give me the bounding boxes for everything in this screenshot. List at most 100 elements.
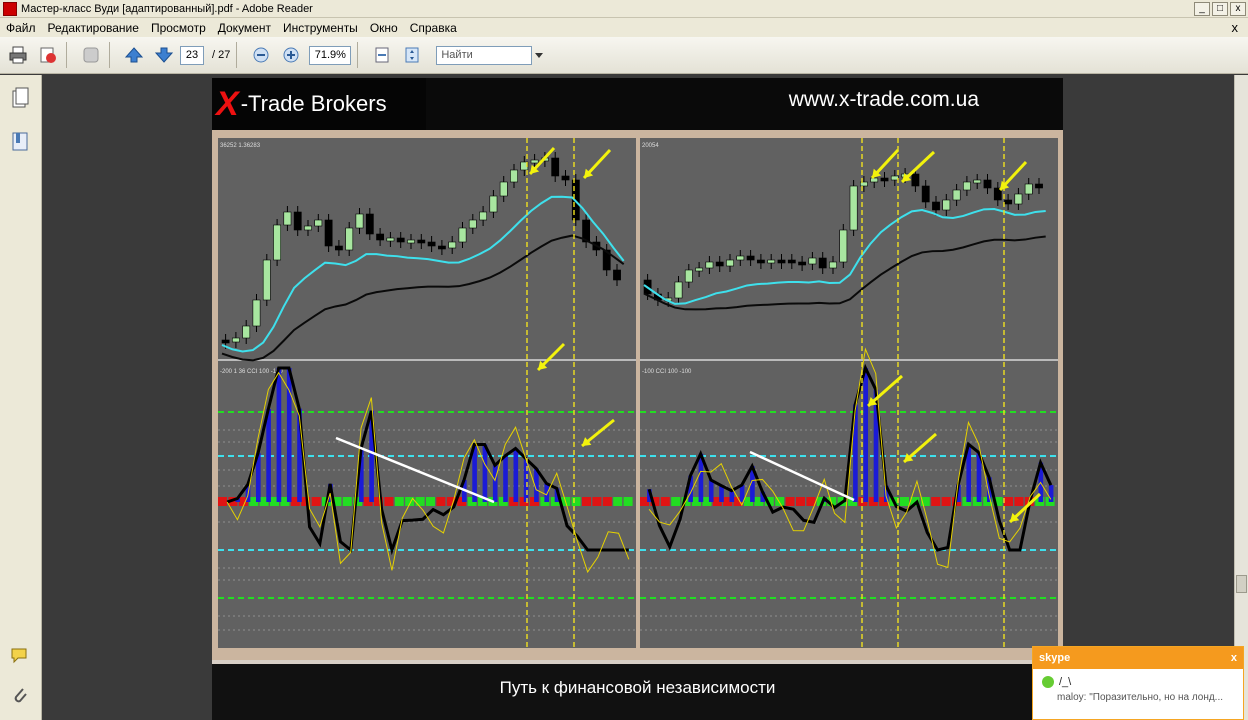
candle-body [293,211,302,231]
cci-zero-marker [394,497,404,506]
candle-body [355,213,364,229]
candle-body [736,255,745,261]
attachment-icon[interactable] [10,685,30,707]
menu-tools[interactable]: Инструменты [277,21,364,35]
print-button[interactable] [6,43,30,67]
scrolling-mode-button[interactable] [370,43,394,67]
cci-histogram-bar [276,368,282,502]
candle-body [376,233,385,241]
page-number-input[interactable]: 23 [180,45,204,65]
skype-notification[interactable]: skype x /_\ maloy: "Поразительно, но на … [1032,646,1244,720]
candle-body [921,185,930,203]
cci-zero-marker [311,497,321,506]
candle-body [726,259,734,267]
skype-header: skype x [1033,647,1243,669]
skype-close-button[interactable]: x [1231,652,1237,664]
candle-body [324,219,333,247]
candle-body [849,185,858,231]
document-close-button[interactable]: x [1232,20,1239,35]
cci-zero-marker [218,497,227,506]
search-dropdown-button[interactable] [534,43,544,67]
cci-zero-marker [660,497,670,506]
candle-body [880,177,889,182]
window-title: Мастер-класс Вуди [адаптированный].pdf -… [21,2,313,15]
zoom-in-button[interactable] [279,43,303,67]
menu-edit[interactable]: Редактирование [42,21,145,35]
candle-body [1035,183,1043,189]
fit-page-button[interactable] [400,43,424,67]
candle-body [983,179,992,189]
page-footer: Путь к финансовой независимости [212,664,1063,720]
candle-body [952,189,961,201]
candle-body [510,169,518,183]
close-button[interactable]: x [1230,1,1246,16]
right-chart-area [640,138,1058,648]
cci-zero-marker [613,497,623,506]
fit-page-icon [405,47,419,63]
cci-zero-marker [900,497,909,506]
collaborate-icon [83,47,99,63]
vertical-scrollbar[interactable] [1234,75,1248,720]
cci-zero-marker [342,497,352,506]
bookmarks-icon[interactable] [10,130,30,152]
skype-username: /_\ [1059,676,1072,688]
candle-body [458,227,467,243]
email-button[interactable] [36,43,60,67]
candle-body [756,259,765,264]
candle-body [252,299,261,327]
candle-body [942,199,951,211]
skype-message: maloy: "Поразительно, но на лонд... [1057,692,1224,703]
toolbar-separator [109,42,110,68]
footer-slogan: Путь к финансовой независимости [499,678,776,697]
right-cci-label: -100 CCI 100 -100 [642,369,692,375]
cci-zero-marker [415,497,425,506]
menu-document[interactable]: Документ [212,21,277,35]
title-bar: Мастер-класс Вуди [адаптированный].pdf -… [0,0,1248,18]
candle-body [613,269,621,281]
chart-frame: 36252 1.36283 20054 -200 1 36 CCI 100 -1… [212,130,1063,660]
menu-window[interactable]: Окно [364,21,404,35]
xtrade-logo: X -Trade Brokers [212,78,426,130]
menu-view[interactable]: Просмотр [145,21,212,35]
menu-file[interactable]: Файл [0,21,42,35]
candle-body [684,269,693,283]
cci-zero-marker [785,497,795,506]
minimize-button[interactable]: _ [1194,1,1210,16]
cci-zero-marker [671,497,681,506]
toolbar: 23 / 27 71.9% Найти [0,37,1248,74]
candle-body [386,237,395,242]
next-page-button[interactable] [152,43,176,67]
zoom-out-button[interactable] [249,43,273,67]
candle-body [365,213,374,235]
logo-text: -Trade Brokers [240,91,387,116]
arrow-up-icon [124,47,144,63]
zoom-level-input[interactable]: 71.9% [309,45,352,65]
cci-zero-marker [941,497,951,506]
candle-body [561,175,570,181]
cci-histogram-bar [1048,485,1054,502]
cci-zero-marker [1014,497,1024,506]
candle-body [468,219,477,229]
zoom-in-icon [283,47,299,63]
right-price-label: 20054 [642,143,659,149]
skype-user: /_\ [1033,669,1243,689]
pages-icon[interactable] [10,87,30,109]
comments-icon[interactable] [10,645,30,667]
search-input[interactable]: Найти [436,45,533,65]
left-price-label: 36252 1.36283 [220,143,261,149]
candle-body [479,211,488,221]
scrollbar-thumb[interactable] [1236,575,1247,593]
menu-help[interactable]: Справка [404,21,463,35]
cci-zero-marker [592,497,602,506]
candle-body [407,239,415,244]
candle-body [777,259,786,264]
maximize-button[interactable]: □ [1212,1,1228,16]
cci-histogram-bar [482,444,488,502]
candle-body [489,195,498,213]
zoom-out-icon [253,47,269,63]
site-url: www.x-trade.com.ua [788,88,979,111]
collaborate-button[interactable] [79,43,103,67]
toolbar-separator [236,42,238,68]
previous-page-button[interactable] [122,43,146,67]
candle-body [798,261,807,266]
